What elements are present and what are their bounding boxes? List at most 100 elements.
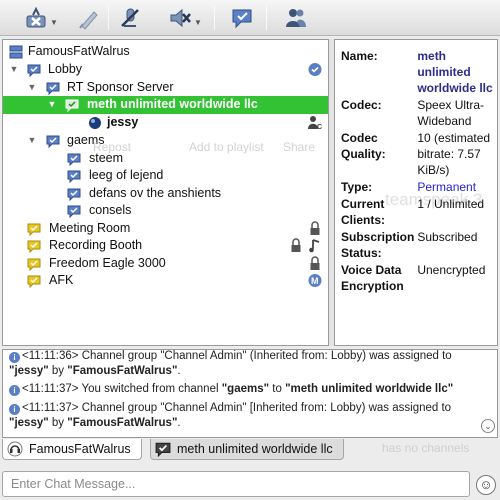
channel-rt-sponsor-server[interactable]: ▼ RT Sponsor Server <box>3 79 328 97</box>
background-ghost-text: has no channels <box>382 441 470 455</box>
lock-icon <box>291 238 301 252</box>
channel-recording-booth[interactable]: Recording Booth <box>3 237 328 255</box>
log-entry: i <11:11:37> You switched from channel "g… <box>9 382 479 397</box>
svg-text:C: C <box>317 124 322 130</box>
expand-toggle[interactable]: ▼ <box>9 64 19 74</box>
disconnect-icon <box>26 6 46 28</box>
info-key: Subscription Status: <box>341 230 415 260</box>
info-value: Speex Ultra-Wideband <box>417 98 485 128</box>
channel-label: defans ov the anshients <box>89 186 222 200</box>
log-entry-continuation: "jessy" by "FamousFatWalrus". <box>9 417 181 429</box>
away-button[interactable] <box>76 5 100 31</box>
server-icon <box>9 45 23 59</box>
client-name: jessy <box>107 115 139 129</box>
info-row-codec: Codec: Speex Ultra-Wideband <box>341 97 493 130</box>
channel-meeting-room[interactable]: Meeting Room <box>3 220 328 238</box>
lock-icon <box>310 221 320 235</box>
client-jessy[interactable]: jessy C <box>3 114 328 132</box>
channel-label: leeg of lejend <box>89 168 164 182</box>
tab-server-chat[interactable]: FamousFatWalrus <box>2 439 142 460</box>
lock-icon <box>310 256 320 270</box>
tab-label: meth unlimited worldwide llc <box>177 442 333 456</box>
channel-icon <box>65 99 79 112</box>
emoji-button[interactable]: ☺ <box>476 475 496 495</box>
background-ghost-text: Repost <box>93 140 132 154</box>
channel-defans-ov-the-anshients[interactable]: defans ov the anshients <box>3 185 328 203</box>
channel-icon <box>67 205 81 218</box>
info-key: Current Clients: <box>341 197 386 227</box>
contacts-button[interactable] <box>284 5 308 31</box>
channel-label: Recording Booth <box>49 238 143 252</box>
mute-microphone-button[interactable] <box>118 5 142 31</box>
channel-steem[interactable]: steem <box>3 150 328 168</box>
channel-label: consels <box>89 203 132 217</box>
channel-icon <box>46 82 60 95</box>
channel-icon <box>67 153 81 166</box>
music-codec-icon <box>309 239 320 253</box>
tree-server-row[interactable]: FamousFatWalrus <box>3 43 328 61</box>
channel-label: Freedom Eagle 3000 <box>49 256 166 270</box>
disconnect-button[interactable]: ▼ <box>24 5 58 31</box>
info-key: Codec: <box>341 98 382 112</box>
channel-icon <box>27 64 41 77</box>
channel-leeg-of-lejend[interactable]: leeg of lejend <box>3 167 328 185</box>
channel-chat-icon <box>155 442 171 457</box>
tab-channel-chat[interactable]: meth unlimited worldwide llc <box>150 439 344 460</box>
channel-gaems[interactable]: ▼ gaems <box>3 132 328 150</box>
channel-icon <box>67 188 81 201</box>
channel-consels[interactable]: consels <box>3 202 328 220</box>
info-value[interactable]: Permanent <box>417 179 493 196</box>
info-row-type: Type: Permanent <box>341 179 493 196</box>
chat-tabs: has no channels FamousFatWalrus meth unl… <box>2 439 498 460</box>
scroll-to-bottom-button[interactable]: ⌄ <box>481 419 495 433</box>
info-icon: i <box>9 352 20 363</box>
info-value: Unencrypted <box>417 263 486 277</box>
channel-meth-unlimited-worldwide-llc[interactable]: ▼ meth unlimited worldwide llc <box>3 96 328 114</box>
log-entry: i <11:11:37> Channel group "Channel Admin… <box>9 401 479 416</box>
disconnect-menu-arrow[interactable]: ▼ <box>50 18 58 27</box>
info-row-subscription-status: Subscription Status: Subscribed <box>341 229 493 262</box>
info-row-current-clients: Current Clients: 1 / Unlimited <box>341 196 493 229</box>
server-log[interactable]: i <11:11:36> Channel group "Channel Admin… <box>2 349 498 438</box>
channel-unsubscribed-icon <box>27 275 41 288</box>
channel-admin-icon: C <box>308 116 322 130</box>
svg-text:M: M <box>311 276 319 286</box>
away-icon <box>79 11 98 30</box>
info-key: Type: <box>341 180 373 194</box>
mute-microphone-icon <box>121 8 139 27</box>
info-key: Codec Quality: <box>341 131 386 161</box>
chat-button[interactable] <box>230 5 254 31</box>
teamspeak-icon <box>7 441 23 457</box>
mute-speakers-button[interactable]: ▼ <box>168 5 202 31</box>
chat-input-box[interactable] <box>2 471 470 497</box>
channel-unsubscribed-icon <box>27 258 41 271</box>
server-name: FamousFatWalrus <box>28 44 130 58</box>
info-icon: i <box>9 404 20 415</box>
background-ghost-text: Add to playlist <box>189 140 264 154</box>
toolbar-separator <box>214 6 215 30</box>
log-entry-continuation: "jessy" by "FamousFatWalrus". <box>9 365 181 377</box>
channel-icon <box>46 135 60 148</box>
info-value: Subscribed <box>417 230 478 244</box>
channel-freedom-eagle-3000[interactable]: Freedom Eagle 3000 <box>3 255 328 273</box>
expand-toggle[interactable]: ▼ <box>27 135 37 145</box>
mute-speakers-menu-arrow[interactable]: ▼ <box>194 18 202 27</box>
expand-toggle[interactable]: ▼ <box>47 99 57 109</box>
channel-label: AFK <box>49 273 74 287</box>
expand-toggle[interactable]: ▼ <box>27 82 37 92</box>
moderated-icon: M <box>308 274 322 287</box>
channel-afk[interactable]: AFK M <box>3 272 328 290</box>
log-entry: i <11:11:36> Channel group "Channel Admin… <box>9 350 479 364</box>
channel-lobby[interactable]: ▼ Lobby <box>3 61 328 79</box>
channel-info-table: Name: meth unlimited worldwide llc Codec… <box>341 48 493 295</box>
toolbar-separator <box>266 6 267 30</box>
info-row-voice-data-encryption: Voice Data Encryption Unencrypted <box>341 262 493 295</box>
channel-info-panel: teamspeak 3 Name: meth unlimited worldwi… <box>334 39 498 346</box>
info-value: 1 / Unlimited <box>417 197 485 211</box>
chat-message-input[interactable] <box>3 472 469 496</box>
info-row-name: Name: meth unlimited worldwide llc <box>341 48 493 97</box>
background-ghost-text: Share <box>283 140 316 154</box>
mute-speakers-icon <box>170 8 191 28</box>
channel-tree[interactable]: FamousFatWalrus ▼ Lobby ▼ RT Sponsor Ser… <box>2 39 329 346</box>
channel-unsubscribed-icon <box>27 240 41 253</box>
